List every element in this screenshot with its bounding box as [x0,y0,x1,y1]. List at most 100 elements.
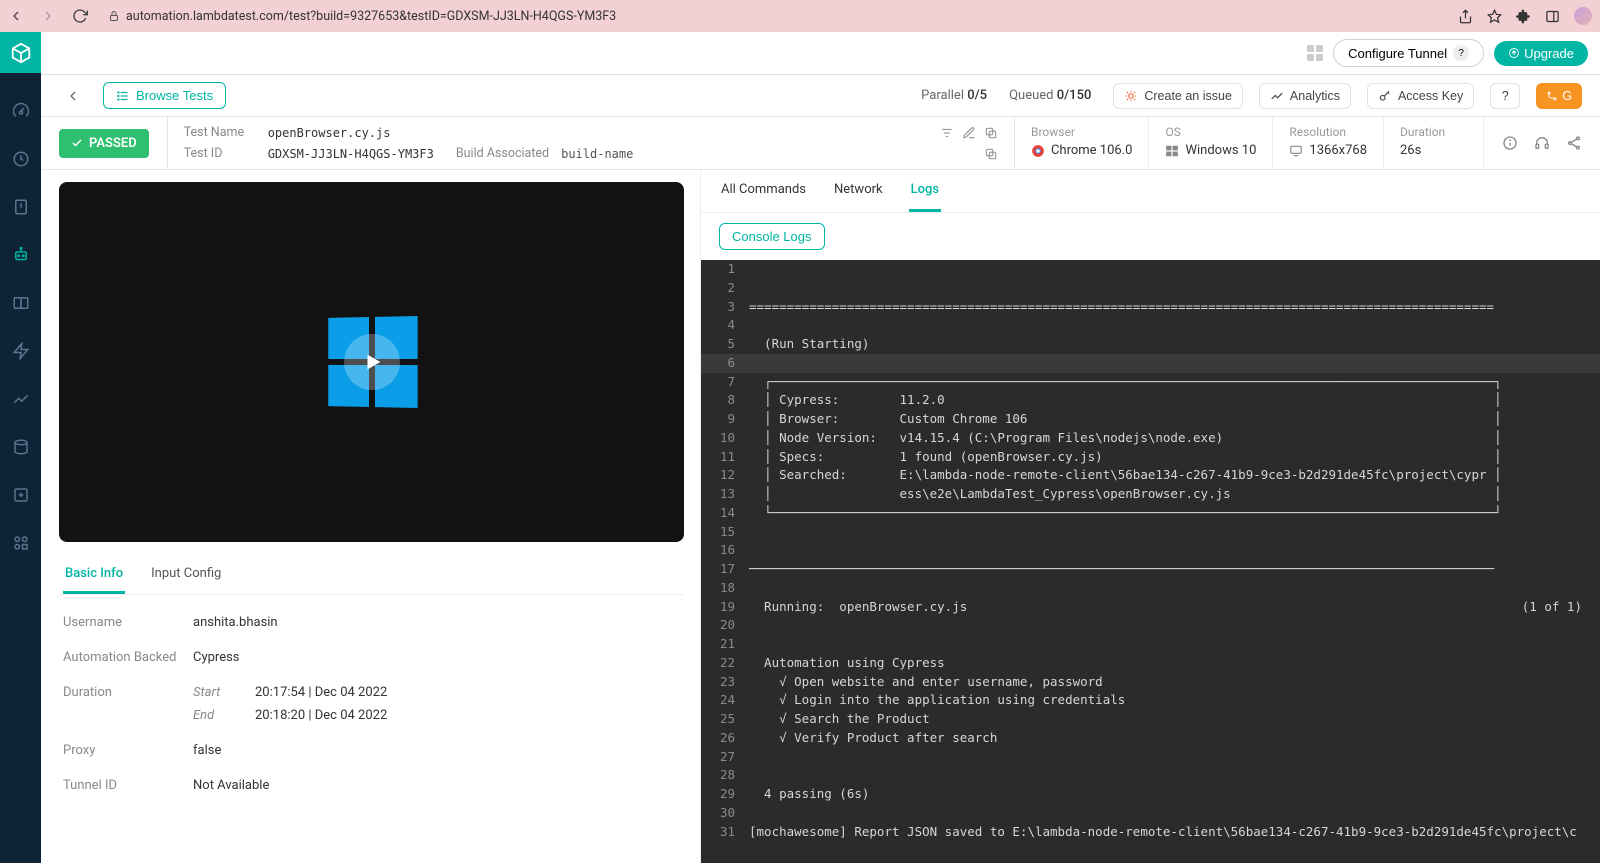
username-value: anshita.bhasin [193,615,278,630]
nav-forward-icon[interactable] [40,8,56,24]
access-key-label: Access Key [1398,89,1463,103]
sidebar-automation-icon[interactable] [11,245,31,265]
bookmark-star-icon[interactable] [1487,9,1502,24]
back-arrow-icon[interactable] [59,82,87,110]
play-button[interactable] [344,334,400,390]
url-bar[interactable]: automation.lambdatest.com/test?build=932… [100,7,624,26]
sidebar-add-icon[interactable] [11,485,31,505]
sidebar-nav [0,32,41,863]
help-button[interactable]: ? [1490,83,1520,109]
toolbar: Browse Tests Parallel 0/5 Queued 0/150 C… [41,75,1600,117]
sidebar-integrations-icon[interactable] [11,533,31,553]
lambdatest-logo[interactable] [0,32,41,73]
proxy-label: Proxy [63,743,193,758]
env-resolution-label: Resolution [1289,125,1367,139]
console-line: 19 Running: openBrowser.cy.js(1 of 1) [701,598,1600,617]
queued-counter: Queued 0/150 [1009,88,1091,103]
access-key-button[interactable]: Access Key [1367,83,1474,109]
console-log-output[interactable]: 123=====================================… [701,260,1600,863]
analytics-button[interactable]: Analytics [1259,83,1351,109]
sidebar-analytics-icon[interactable] [11,389,31,409]
chrome-icon [1031,144,1045,158]
env-browser-label: Browser [1031,125,1133,139]
nav-back-icon[interactable] [8,8,24,24]
browse-tests-label: Browse Tests [136,88,213,103]
browser-chrome-bar: automation.lambdatest.com/test?build=932… [0,0,1600,32]
tab-all-commands[interactable]: All Commands [719,170,808,212]
tab-logs[interactable]: Logs [909,170,941,212]
console-line: 28 [701,766,1600,785]
proxy-value: false [193,743,221,758]
lock-icon [108,10,120,22]
copy-testid-icon[interactable] [984,147,998,161]
tab-network[interactable]: Network [832,170,885,212]
check-icon [71,137,83,149]
test-id-value: GDXSM-JJ3LN-H4QGS-YM3F3 [268,147,434,161]
console-line: 15 [701,523,1600,542]
sidebar-realtime-icon[interactable] [11,197,31,217]
panel-icon[interactable] [1545,9,1560,24]
env-os-value: Windows 10 [1165,143,1256,158]
create-issue-button[interactable]: Create an issue [1113,83,1243,109]
console-line: 27 [701,748,1600,767]
filter-icon[interactable] [940,126,954,140]
console-line: 2 [701,279,1600,298]
configure-tunnel-button[interactable]: Configure Tunnel ? [1333,39,1484,67]
sidebar-db-icon[interactable] [11,437,31,457]
git-icon [1546,90,1558,102]
key-icon [1378,89,1392,103]
console-line: 25 √ Search the Product [701,710,1600,729]
env-duration-label: Duration [1400,125,1467,139]
env-resolution-value: 1366x768 [1289,143,1367,158]
session-video[interactable] [59,182,684,542]
tab-basic-info[interactable]: Basic Info [63,556,125,594]
backend-value: Cypress [193,650,240,665]
console-line: 7 ┌─────────────────────────────────────… [701,373,1600,392]
console-line: 24 √ Login into the application using cr… [701,691,1600,710]
left-tabs: Basic Info Input Config [59,556,684,595]
browse-tests-button[interactable]: Browse Tests [103,82,226,109]
windows-icon [1165,144,1179,158]
tunnel-label: Tunnel ID [63,778,193,793]
env-info: Browser Chrome 106.0 OS Windows 10 Resol… [1015,117,1484,169]
backend-label: Automation Backed [63,650,193,665]
console-line: 30 [701,804,1600,823]
console-line: 9 │ Browser: Custom Chrome 106 │ [701,410,1600,429]
tab-input-config[interactable]: Input Config [149,556,223,594]
nav-reload-icon[interactable] [72,8,88,24]
analytics-label: Analytics [1290,89,1340,103]
console-line: 21 [701,635,1600,654]
end-value: 20:18:20 | Dec 04 2022 [255,708,387,723]
test-name-label: Test Name [184,125,256,140]
start-label: Start [193,685,235,700]
console-line: 22 Automation using Cypress [701,654,1600,673]
apps-grid-icon[interactable] [1307,45,1323,61]
console-logs-button[interactable]: Console Logs [719,223,825,250]
sidebar-history-icon[interactable] [11,149,31,169]
edit-icon[interactable] [962,126,976,140]
share-icon[interactable] [1458,9,1473,24]
env-browser-value: Chrome 106.0 [1031,143,1133,158]
build-assoc-label: Build Associated [456,146,549,161]
console-line: 6 [701,354,1600,373]
sidebar-screenshot-icon[interactable] [11,293,31,313]
headphones-icon[interactable] [1534,135,1550,151]
sidebar-dashboard-icon[interactable] [11,101,31,121]
copy-icon[interactable] [984,126,998,140]
test-id-label: Test ID [184,146,256,161]
git-button[interactable]: G [1536,83,1582,109]
share2-icon[interactable] [1566,135,1582,151]
console-line: 10 │ Node Version: v14.15.4 (C:\Program … [701,429,1600,448]
extension-icon[interactable] [1516,9,1531,24]
upgrade-label: Upgrade [1524,46,1574,61]
profile-avatar[interactable] [1574,7,1592,25]
console-line: 3=======================================… [701,298,1600,317]
upgrade-button[interactable]: Upgrade [1494,41,1588,66]
console-line: 12 │ Searched: E:\lambda-node-remote-cli… [701,466,1600,485]
console-line: 1 [701,260,1600,279]
end-label: End [193,708,235,723]
console-line: 20 [701,616,1600,635]
sidebar-hyperexecute-icon[interactable] [11,341,31,361]
play-icon [362,351,384,373]
info-icon[interactable] [1502,135,1518,151]
